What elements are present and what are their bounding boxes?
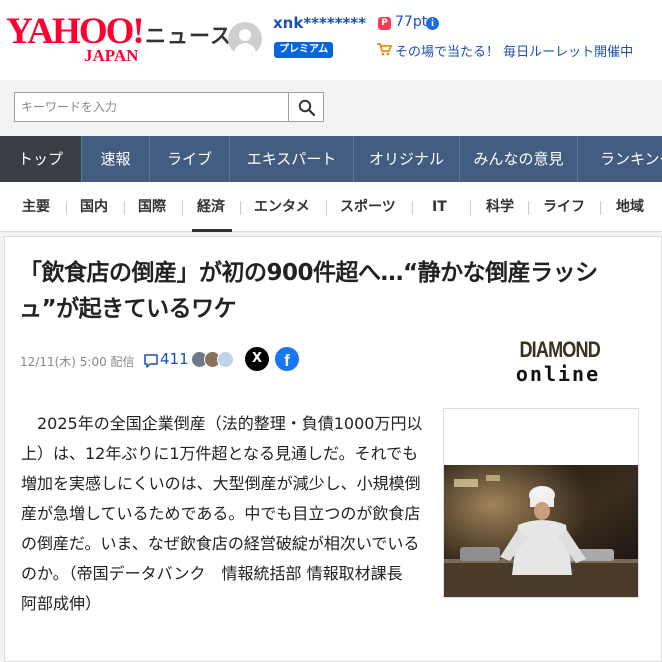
- article-photo[interactable]: [443, 408, 639, 598]
- comment-count-link[interactable]: 411: [160, 350, 189, 368]
- source-logo-top: DIAMOND: [519, 337, 600, 362]
- category-divider: [600, 201, 601, 215]
- category-sports[interactable]: スポーツ: [340, 198, 396, 216]
- username-link[interactable]: xnk********: [273, 14, 366, 32]
- category-divider: [240, 201, 241, 215]
- source-logo[interactable]: DIAMOND online: [511, 337, 605, 387]
- cart-icon: [377, 43, 392, 56]
- category-divider: [412, 201, 413, 215]
- category-divider: [182, 201, 183, 215]
- search-box: [14, 92, 288, 122]
- comment-icon[interactable]: [143, 353, 159, 369]
- search-input[interactable]: [15, 93, 288, 121]
- main-nav-item-breaking[interactable]: 速報: [82, 136, 150, 182]
- commenter-avatars[interactable]: [191, 351, 237, 371]
- source-logo-bottom: online: [515, 362, 601, 386]
- main-nav: トップ 速報 ライブ エキスパート オリジナル みんなの意見 ランキング: [0, 136, 662, 182]
- main-nav-item-original[interactable]: オリジナル: [354, 136, 460, 182]
- category-local[interactable]: 地域: [616, 198, 644, 216]
- article-date: 12/11(木) 5:00: [20, 355, 107, 369]
- category-science[interactable]: 科学: [486, 198, 514, 216]
- main-nav-item-top[interactable]: トップ: [0, 136, 82, 182]
- info-icon[interactable]: i: [426, 17, 439, 30]
- search-icon: [298, 99, 316, 117]
- commenter-avatar: [217, 351, 234, 368]
- avatar[interactable]: [228, 22, 262, 56]
- category-divider: [326, 201, 327, 215]
- avatar-body-shape: [234, 43, 256, 56]
- article-body: 2025年の全国企業倒産（法的整理・負債1000万円以上）は、12年ぶりに1万件…: [21, 414, 423, 613]
- points-link[interactable]: 77pt: [395, 14, 427, 30]
- premium-badge[interactable]: プレミアム: [274, 42, 334, 58]
- share-facebook-button[interactable]: f: [275, 347, 299, 371]
- category-it[interactable]: IT: [432, 198, 447, 216]
- article-headline: 「飲食店の倒産」が初の900件超へ…“静かな倒産ラッシュ”が起きているワケ: [19, 260, 598, 322]
- category-active-indicator: [192, 229, 232, 232]
- category-domestic[interactable]: 国内: [80, 198, 108, 216]
- promo-link[interactable]: その場で当たる！ 毎日ルーレット開催中: [395, 41, 633, 60]
- share-x-button[interactable]: X: [245, 347, 269, 371]
- article-card: 「飲食店の倒産」が初の900件超へ…“静かな倒産ラッシュ”が起きているワケ 12…: [4, 236, 662, 662]
- main-nav-item-live[interactable]: ライブ: [150, 136, 230, 182]
- article-meta: 12/11(木) 5:00 配信: [20, 353, 135, 370]
- main-nav-item-expert[interactable]: エキスパート: [230, 136, 354, 182]
- article-photo-image: [444, 465, 638, 597]
- category-economy[interactable]: 経済: [197, 198, 225, 216]
- avatar-head-shape: [239, 29, 251, 41]
- main-nav-item-opinions[interactable]: みんなの意見: [460, 136, 578, 182]
- yahoo-japan-logo[interactable]: YAHOO! JAPAN: [6, 12, 145, 65]
- category-main[interactable]: 主要: [22, 198, 50, 216]
- category-divider: [66, 201, 67, 215]
- search-button[interactable]: [288, 92, 324, 122]
- category-divider: [528, 201, 529, 215]
- logo-sub-text: JAPAN: [84, 46, 139, 65]
- category-divider: [124, 201, 125, 215]
- category-international[interactable]: 国際: [138, 198, 166, 216]
- main-nav-item-ranking[interactable]: ランキング: [578, 136, 662, 182]
- category-entertainment[interactable]: エンタメ: [254, 198, 310, 216]
- category-divider: [470, 201, 471, 215]
- points-icon: P: [378, 17, 391, 30]
- category-life[interactable]: ライフ: [543, 198, 585, 216]
- article-distribution-label: 配信: [110, 355, 135, 369]
- category-nav: 主要 国内 国際 経済 エンタメ スポーツ IT 科学 ライフ 地域: [0, 182, 662, 232]
- site-header: YAHOO! JAPAN ニュース xnk******** プレミアム P 77…: [0, 0, 662, 80]
- section-title[interactable]: ニュース: [145, 20, 232, 50]
